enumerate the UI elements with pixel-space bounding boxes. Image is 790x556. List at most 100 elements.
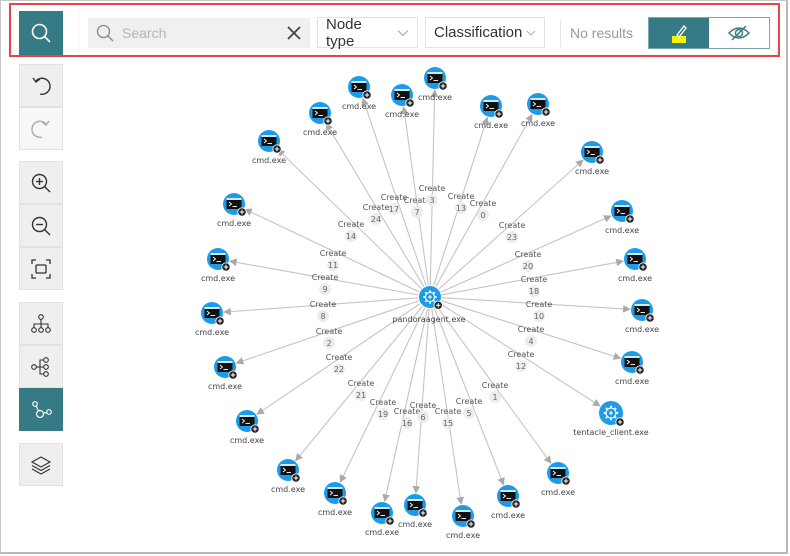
- search-field[interactable]: [88, 18, 310, 48]
- expand-badge-icon[interactable]: [362, 90, 372, 100]
- expand-badge-icon[interactable]: [323, 116, 333, 126]
- graph-node[interactable]: cmd.exe: [252, 130, 286, 165]
- hide-mode-button[interactable]: [709, 18, 769, 48]
- graph-node[interactable]: cmd.exe: [271, 459, 305, 494]
- graph-node[interactable]: cmd.exe: [446, 505, 480, 540]
- graph-node[interactable]: cmd.exe: [303, 102, 337, 137]
- edge-label: Create 14: [338, 220, 364, 242]
- graph-node[interactable]: cmd.exe: [342, 76, 376, 111]
- expand-badge-icon[interactable]: [250, 424, 260, 434]
- classification-dropdown[interactable]: Classification: [425, 17, 545, 48]
- node-type-dropdown[interactable]: Node type: [317, 16, 418, 50]
- graph-node[interactable]: cmd.exe: [418, 67, 452, 102]
- graph-node[interactable]: cmd.exe: [618, 248, 652, 283]
- graph-node[interactable]: cmd.exe: [365, 502, 399, 537]
- expand-badge-icon[interactable]: [405, 98, 415, 108]
- graph-canvas[interactable]: Create17Create7Create3Create24Create14Cr…: [0, 0, 790, 556]
- graph-node[interactable]: cmd.exe: [201, 248, 235, 283]
- undo-button[interactable]: [19, 64, 63, 107]
- expand-badge-icon[interactable]: [385, 516, 395, 526]
- graph-node[interactable]: cmd.exe: [208, 356, 242, 391]
- edge-number: 3: [429, 196, 434, 205]
- redo-button[interactable]: [19, 107, 63, 150]
- expand-badge-icon[interactable]: [541, 107, 551, 117]
- expand-badge-icon[interactable]: [215, 316, 225, 326]
- nodes: cmd.execmd.execmd.execmd.execmd.execmd.e…: [195, 67, 659, 540]
- edge-number: 19: [378, 410, 388, 419]
- graph-node[interactable]: cmd.exe: [541, 462, 575, 497]
- zoom-controls: [19, 161, 63, 290]
- node-label: cmd.exe: [230, 436, 264, 445]
- expand-badge-icon[interactable]: [645, 313, 655, 323]
- expand-badge-icon[interactable]: [615, 417, 625, 427]
- node-label: cmd.exe: [615, 377, 649, 386]
- search-input[interactable]: [120, 24, 274, 42]
- edge[interactable]: [339, 307, 426, 483]
- graph-node[interactable]: cmd.exe: [474, 95, 508, 130]
- layers-button[interactable]: [19, 443, 63, 486]
- edge-number: 9: [322, 285, 327, 294]
- expand-badge-icon[interactable]: [228, 370, 238, 380]
- expand-badge-icon[interactable]: [494, 109, 504, 119]
- edge-label: Create 4: [518, 325, 544, 347]
- tree-layout-button[interactable]: [19, 345, 63, 388]
- edit-mode-button[interactable]: [649, 18, 709, 48]
- edge[interactable]: [277, 148, 422, 290]
- expand-badge-icon[interactable]: [595, 155, 605, 165]
- edge-label-text: Create: [312, 273, 339, 282]
- zoom-out-button[interactable]: [19, 204, 63, 247]
- edge[interactable]: [361, 97, 427, 286]
- expand-badge-icon[interactable]: [221, 262, 231, 272]
- graph-node[interactable]: cmd.exe: [230, 410, 264, 445]
- edge-label-text: Create: [456, 397, 483, 406]
- expand-badge-icon[interactable]: [418, 508, 428, 518]
- expand-badge-icon[interactable]: [561, 476, 571, 486]
- graph-node[interactable]: cmd.exe: [605, 200, 639, 235]
- fit-screen-icon: [31, 258, 51, 279]
- terminal-node-icon: [277, 459, 301, 483]
- edge-label: Create 11: [320, 249, 346, 271]
- expand-badge-icon[interactable]: [466, 519, 476, 529]
- node-label: cmd.exe: [474, 121, 508, 130]
- expand-badge-icon[interactable]: [625, 214, 635, 224]
- expand-badge-icon[interactable]: [338, 496, 348, 506]
- graph-node[interactable]: cmd.exe: [318, 482, 352, 517]
- clear-search-button[interactable]: [284, 23, 304, 43]
- graph-node[interactable]: cmd.exe: [521, 93, 555, 128]
- edge-label: Create 9: [312, 273, 339, 295]
- graph-node[interactable]: tentacle_client.exe: [573, 401, 649, 437]
- graph-node[interactable]: cmd.exe: [575, 141, 609, 176]
- expand-badge-icon[interactable]: [438, 81, 448, 91]
- edge-number: 4: [528, 337, 533, 346]
- terminal-node-icon: [201, 302, 225, 326]
- node-label: pandoraagent.exe: [392, 315, 465, 324]
- graph-node[interactable]: cmd.exe: [217, 193, 251, 228]
- node-label: cmd.exe: [541, 488, 575, 497]
- expand-badge-icon[interactable]: [511, 499, 521, 509]
- mode-toggle-group: [648, 17, 770, 49]
- search-toggle-button[interactable]: [19, 11, 63, 55]
- organic-layout-button[interactable]: [19, 388, 63, 431]
- edge-number: 2: [326, 339, 331, 348]
- graph-node[interactable]: cmd.exe: [195, 302, 229, 337]
- expand-badge-icon[interactable]: [272, 144, 282, 154]
- expand-badge-icon[interactable]: [291, 473, 301, 483]
- graph-node[interactable]: cmd.exe: [398, 494, 432, 529]
- fit-screen-button[interactable]: [19, 247, 63, 290]
- terminal-node-icon: [480, 95, 504, 119]
- expand-badge-icon[interactable]: [638, 262, 648, 272]
- zoom-in-button[interactable]: [19, 161, 63, 204]
- edge-label-text: Create: [410, 401, 437, 410]
- graph-node[interactable]: cmd.exe: [491, 485, 525, 520]
- expand-badge-icon[interactable]: [635, 365, 645, 375]
- hierarchical-layout-button[interactable]: [19, 302, 63, 345]
- expand-badge-icon[interactable]: [237, 207, 247, 217]
- edge-label: Create 15: [435, 407, 461, 429]
- expand-badge-icon[interactable]: [433, 300, 443, 310]
- graph-node[interactable]: cmd.exe: [625, 299, 659, 334]
- graph-node[interactable]: cmd.exe: [615, 351, 649, 386]
- edge-label-text: Create: [419, 184, 446, 193]
- graph-node[interactable]: cmd.exe: [385, 84, 419, 119]
- edge-number: 7: [414, 208, 419, 217]
- edge-label-text: Create: [515, 250, 542, 259]
